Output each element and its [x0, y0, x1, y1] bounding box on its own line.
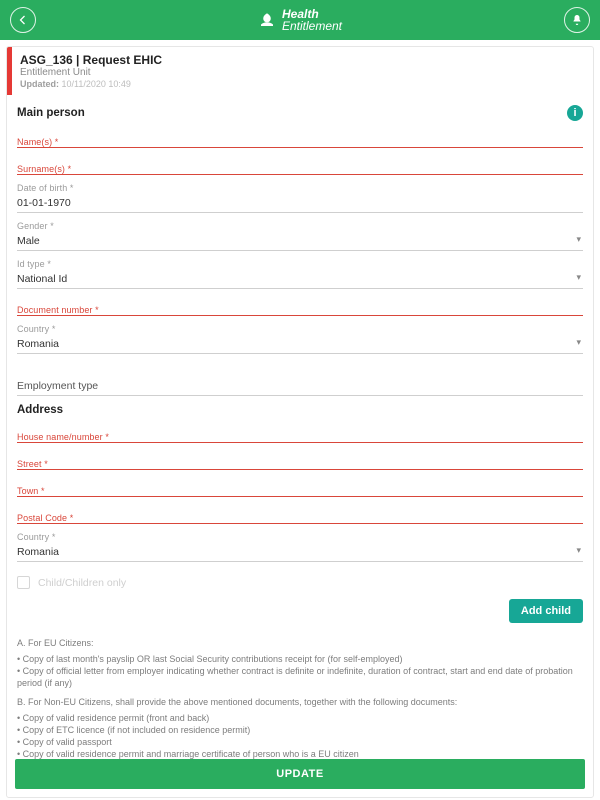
app-brand: HealthEntitlement — [258, 8, 342, 32]
info-icon[interactable]: i — [567, 105, 583, 121]
checkbox-icon — [17, 576, 30, 589]
request-subtitle: Entitlement Unit — [20, 67, 162, 78]
back-button[interactable] — [10, 7, 36, 33]
surnames-field[interactable]: Surname(s) * — [17, 164, 583, 175]
top-bar: HealthEntitlement — [0, 0, 600, 40]
town-field[interactable]: Town * — [17, 486, 583, 497]
requirements-notes: A. For EU Citizens: Copy of last month's… — [17, 637, 583, 760]
section-main-person: Main person — [17, 107, 85, 119]
request-title: ASG_136 | Request EHIC — [20, 53, 162, 67]
street-field[interactable]: Street * — [17, 459, 583, 470]
gender-select[interactable]: Gender * Male ▾ — [17, 221, 583, 251]
chevron-down-icon: ▾ — [576, 272, 581, 283]
house-field[interactable]: House name/number * — [17, 432, 583, 443]
employment-type-field[interactable]: Employment type — [17, 370, 583, 396]
section-address: Address — [17, 404, 63, 416]
update-button[interactable]: UPDATE — [15, 759, 585, 789]
chevron-down-icon: ▾ — [576, 234, 581, 245]
addr-country-select[interactable]: Country * Romania ▾ — [17, 532, 583, 562]
dob-field[interactable]: Date of birth * 01-01-1970 — [17, 183, 583, 213]
docnum-field[interactable]: Document number * — [17, 305, 583, 316]
children-only-checkbox[interactable]: Child/Children only — [17, 576, 583, 589]
chevron-down-icon: ▾ — [576, 545, 581, 556]
add-child-button[interactable]: Add child — [509, 599, 583, 623]
chevron-down-icon: ▾ — [576, 337, 581, 348]
notifications-button[interactable] — [564, 7, 590, 33]
form-card: ASG_136 | Request EHIC Entitlement Unit … — [6, 46, 594, 798]
card-header: ASG_136 | Request EHIC Entitlement Unit … — [7, 47, 593, 95]
idtype-select[interactable]: Id type * National Id ▾ — [17, 259, 583, 289]
postal-field[interactable]: Postal Code * — [17, 513, 583, 524]
country-select[interactable]: Country * Romania ▾ — [17, 324, 583, 354]
updated-at: Updated: 10/11/2020 10:49 — [20, 79, 162, 89]
names-field[interactable]: Name(s) * — [17, 137, 583, 148]
